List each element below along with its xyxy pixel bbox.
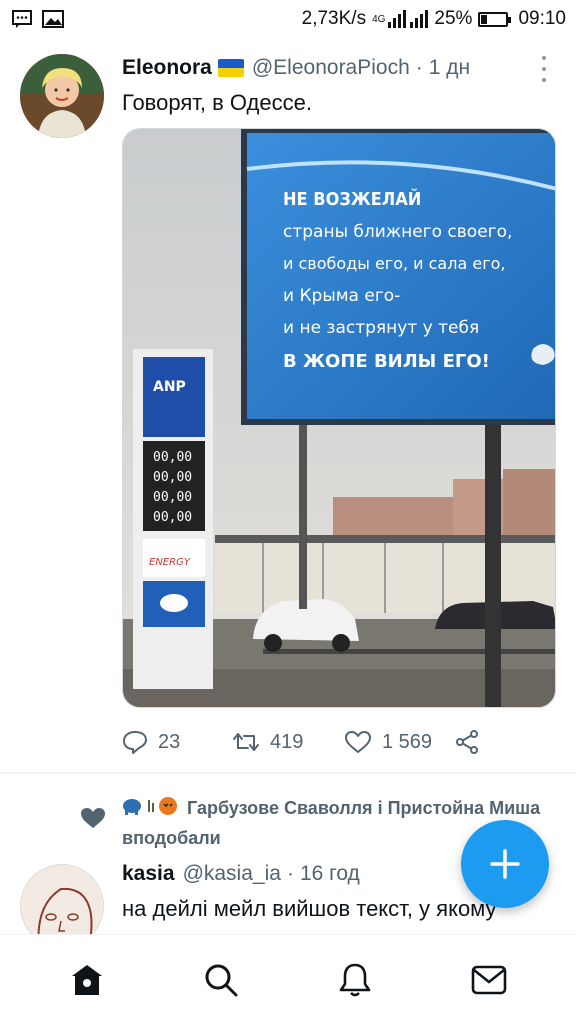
share-button[interactable] (454, 729, 480, 755)
liked-heart-icon (81, 808, 105, 828)
avatar[interactable] (20, 54, 104, 138)
nav-messages[interactable] (459, 950, 519, 1010)
tweet-media[interactable]: НЕ ВОЗЖЕЛАЙ страны ближнего своего, и св… (122, 128, 556, 708)
compose-tweet-button[interactable] (461, 820, 549, 908)
image-icon (42, 10, 64, 28)
tweet-2-header: kasia @kasia_ia · 16 год (122, 860, 360, 888)
heart-icon (345, 731, 371, 753)
tweet-actions: 23 419 1 569 (122, 726, 562, 758)
handle-2[interactable]: @kasia_ia (183, 862, 281, 886)
billboard-line-5: и не застрянут у тебя (283, 318, 479, 338)
sign-price-1: 00,00 (153, 450, 192, 465)
battery-icon (478, 11, 512, 27)
status-right: 2,73K/s 4G 25% 09:10 (302, 8, 566, 30)
like-button[interactable]: 1 569 (344, 730, 454, 754)
billboard-line-2: страны ближнего своего, (283, 222, 512, 242)
status-left (12, 10, 64, 28)
retweet-icon (233, 733, 259, 751)
network-speed: 2,73K/s (301, 8, 367, 29)
media-photo: НЕ ВОЗЖЕЛАЙ страны ближнего своего, и св… (123, 129, 555, 707)
bottom-nav (0, 934, 576, 1024)
reply-count: 23 (158, 730, 181, 753)
emoji-icons (122, 794, 182, 824)
tweet-time[interactable]: 1 дн (429, 56, 470, 80)
plus-icon (490, 849, 520, 879)
battery-percent: 25% (434, 8, 473, 29)
sign-brand: ANP (153, 379, 186, 395)
retweet-count: 419 (270, 730, 304, 753)
separator-2: · (286, 862, 294, 885)
tweet-2-time[interactable]: 16 год (300, 862, 360, 886)
handle[interactable]: @EleonoraPioch (252, 56, 410, 80)
signal-icon (388, 10, 429, 28)
sign-price-4: 00,00 (153, 510, 192, 525)
display-name-2[interactable]: kasia (122, 862, 175, 886)
billboard-line-4: и Крыма его- (283, 286, 400, 306)
retweet-button[interactable]: 419 (232, 731, 344, 754)
status-time: 09:10 (518, 8, 566, 29)
network-type: 4G (372, 13, 386, 25)
message-icon (12, 10, 32, 28)
sign-price-3: 00,00 (153, 490, 192, 505)
battery-fill (481, 14, 488, 24)
share-icon (456, 730, 478, 754)
reply-icon (123, 731, 147, 754)
messages-icon (471, 965, 507, 994)
more-options-icon[interactable] (536, 56, 552, 82)
search-icon (205, 964, 238, 996)
nav-home[interactable] (57, 950, 117, 1010)
display-name[interactable]: Eleonora (122, 56, 212, 80)
billboard-line-1: НЕ ВОЗЖЕЛАЙ (283, 188, 421, 210)
tweet-header: Eleonora @EleonoraPioch · 1 дн (122, 54, 562, 82)
reply-button[interactable]: 23 (122, 730, 232, 754)
sign-energy: ENERGY (149, 557, 191, 568)
ukraine-flag-icon (217, 59, 244, 77)
status-bar: 2,73K/s 4G 25% 09:10 (0, 0, 576, 38)
notifications-icon (339, 963, 371, 996)
separator: · (415, 56, 423, 79)
avatar-photo (20, 54, 104, 138)
nav-search[interactable] (191, 950, 251, 1010)
like-count: 1 569 (382, 730, 433, 753)
divider (0, 772, 576, 774)
billboard-line-3: и свободы его, и сала его, (283, 254, 505, 273)
tweet-text: Говорят, в Одессе. (122, 90, 312, 115)
home-icon (72, 964, 102, 995)
billboard-line-6: В ЖОПЕ ВИЛЫ ЕГО! (283, 351, 490, 372)
nav-notifications[interactable] (325, 950, 385, 1010)
sign-price-2: 00,00 (153, 470, 192, 485)
elephant-pumpkin-icon (123, 797, 177, 816)
